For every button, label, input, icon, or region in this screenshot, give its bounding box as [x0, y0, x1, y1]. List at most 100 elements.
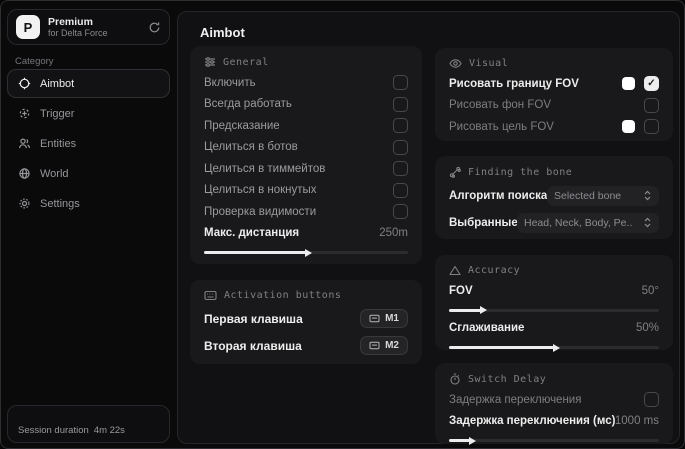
setting-label: Целиться в нокнутых	[204, 184, 317, 197]
color-swatch[interactable]	[622, 77, 635, 91]
setting-label: Предсказание	[204, 119, 280, 132]
eye-icon	[449, 58, 462, 69]
dropdown-value: Selected bone	[554, 189, 622, 202]
setting-row: Задержка переключения	[449, 389, 659, 411]
setting-row: Целиться в ботов	[204, 137, 408, 159]
sidebar-item-trigger[interactable]: Trigger	[7, 99, 170, 128]
app-subtitle: for Delta Force	[48, 27, 108, 38]
card-title: Switch Delay	[468, 373, 547, 385]
setting-row: Предсказание	[204, 115, 408, 137]
checkbox[interactable]	[393, 139, 408, 155]
slider-value: 50°	[641, 284, 659, 297]
people-icon	[18, 137, 31, 150]
setting-label: Рисовать границу FOV	[449, 77, 579, 90]
setting-label: Задержка переключения	[449, 393, 582, 406]
bone-card: Finding the bone Алгоритм поиска кост Se…	[435, 156, 673, 239]
dropdown-label: Алгоритм поиска кост	[449, 189, 547, 202]
setting-label: Всегда работать	[204, 98, 292, 111]
checkbox[interactable]	[393, 75, 408, 91]
dropdown-row: Выбранные кос Head, Neck, Body, Pe..	[449, 209, 659, 236]
sidebar-item-settings[interactable]: Settings	[7, 189, 170, 218]
crosshair-icon	[18, 77, 31, 90]
checkbox[interactable]	[644, 392, 659, 408]
setting-label: Рисовать фон FOV	[449, 99, 551, 112]
slider-label: Задержка переключения (мс)	[449, 415, 615, 428]
sidebar-item-label: World	[40, 167, 69, 180]
checkbox[interactable]	[393, 118, 408, 134]
sidebar-item-label: Entities	[40, 137, 77, 150]
activation-card: Activation buttons Первая клавиша M1 Вто…	[190, 280, 422, 364]
main-panel: Aimbot General Включить Всегда работать	[177, 11, 680, 444]
bone-algorithm-select[interactable]: Selected bone	[547, 185, 659, 206]
mouse-icon	[369, 341, 380, 350]
keybind-row: Первая клавиша M1	[204, 305, 408, 332]
setting-label: Рисовать цель FOV	[449, 120, 554, 133]
setting-row: Всегда работать	[204, 94, 408, 116]
slider-row: Макс. дистанция 250m	[204, 223, 408, 245]
keybind-button[interactable]: M2	[360, 336, 408, 355]
sidebar-item-label: Trigger	[40, 107, 75, 120]
switch-delay-card: Switch Delay Задержка переключения Задер…	[435, 363, 673, 444]
checkbox[interactable]	[393, 161, 408, 177]
slider-label: FOV	[449, 284, 473, 297]
setting-label: Проверка видимости	[204, 205, 317, 218]
sliders-icon	[204, 56, 216, 68]
sidebar-item-entities[interactable]: Entities	[7, 129, 170, 158]
setting-label: Целиться в ботов	[204, 141, 298, 154]
setting-row: Включить	[204, 72, 408, 94]
distance-slider[interactable]	[204, 251, 408, 254]
mouse-icon	[369, 314, 380, 323]
gear-icon	[18, 197, 31, 210]
checkbox[interactable]	[644, 119, 659, 135]
setting-row: Рисовать границу FOV	[449, 73, 659, 95]
card-title: Finding the bone	[468, 166, 573, 178]
checkbox[interactable]	[393, 182, 408, 198]
keybind-value: M1	[385, 313, 399, 324]
smoothing-slider[interactable]	[449, 346, 659, 349]
sidebar-item-world[interactable]: World	[7, 159, 170, 188]
setting-label: Целиться в тиммейтов	[204, 162, 326, 175]
card-title: General	[223, 56, 269, 68]
session-label: Session duration	[18, 425, 89, 436]
slider-row: Задержка переключения (мс) 1000 ms	[449, 411, 659, 433]
card-title: Visual	[469, 58, 509, 69]
checkbox[interactable]	[393, 96, 408, 112]
checkbox[interactable]	[644, 76, 659, 92]
timer-icon	[449, 373, 461, 385]
selected-bones-select[interactable]: Head, Neck, Body, Pe..	[517, 212, 659, 233]
setting-row: Целиться в тиммейтов	[204, 158, 408, 180]
card-title: Accuracy	[468, 265, 521, 276]
visual-card: Visual Рисовать границу FOV Рисовать фон…	[435, 48, 673, 141]
category-label: Category	[15, 56, 54, 67]
slider-label: Сглаживание	[449, 322, 525, 335]
dropdown-label: Выбранные кос	[449, 216, 517, 229]
setting-row: Рисовать фон FOV	[449, 95, 659, 117]
keybind-label: Вторая клавиша	[204, 338, 302, 353]
setting-label: Включить	[204, 76, 256, 89]
slider-fill	[449, 308, 481, 312]
dropdown-row: Алгоритм поиска кост Selected bone	[449, 182, 659, 209]
slider-fill	[449, 346, 554, 349]
sidebar-item-label: Settings	[40, 197, 80, 210]
session-value: 4m 22s	[93, 425, 125, 436]
keyboard-icon	[204, 290, 217, 301]
gauge-icon	[449, 265, 461, 276]
checkbox[interactable]	[644, 97, 659, 113]
page-title: Aimbot	[200, 25, 245, 40]
general-card: General Включить Всегда работать Предска…	[190, 46, 422, 264]
checkbox[interactable]	[393, 204, 408, 220]
sidebar: P Premium for Delta Force Category Aimbo…	[1, 1, 177, 448]
sidebar-item-aimbot[interactable]: Aimbot	[7, 69, 170, 98]
setting-row: Целиться в нокнутых	[204, 180, 408, 202]
slider-fill	[449, 439, 470, 442]
card-title: Activation buttons	[224, 290, 342, 301]
app-logo: P	[16, 15, 40, 39]
keybind-value: M2	[385, 340, 399, 351]
slider-value: 1000 ms	[614, 415, 659, 428]
refresh-icon[interactable]	[148, 21, 161, 34]
delay-slider[interactable]	[449, 439, 659, 442]
keybind-button[interactable]: M1	[360, 309, 408, 328]
color-swatch[interactable]	[622, 120, 635, 134]
fov-slider[interactable]	[449, 308, 659, 312]
slider-value: 250m	[379, 227, 408, 240]
